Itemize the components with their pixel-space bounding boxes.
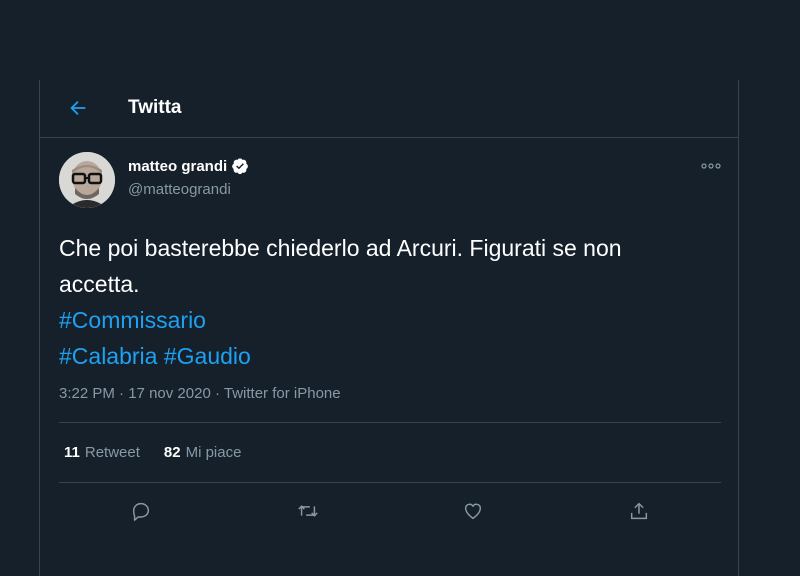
retweet-count: 11	[64, 444, 80, 461]
divider	[59, 422, 721, 423]
reply-button[interactable]	[128, 498, 154, 524]
author-name[interactable]: matteo grandi	[128, 157, 249, 175]
tweet-date[interactable]: 17 nov 2020	[128, 385, 211, 402]
hashtag-link[interactable]: #Calabria	[59, 343, 157, 369]
hashtag-link[interactable]: #Commissario	[59, 307, 206, 333]
more-options-button[interactable]	[697, 156, 725, 176]
like-label: Mi piace	[185, 444, 242, 461]
divider	[59, 482, 721, 483]
author-name-text: matteo grandi	[128, 157, 228, 175]
tweet-meta: 3:22 PM · 17 nov 2020 · Twitter for iPho…	[59, 385, 341, 402]
meta-separator: ·	[214, 385, 220, 402]
verified-badge-icon	[231, 157, 249, 175]
share-button[interactable]	[626, 498, 652, 524]
tweet-time[interactable]: 3:22 PM	[59, 385, 115, 402]
retweet-count-link[interactable]: 11 Retweet	[64, 444, 140, 461]
arrow-left-icon	[70, 100, 86, 116]
like-button[interactable]	[460, 498, 486, 524]
like-count: 82	[163, 444, 181, 461]
back-button[interactable]	[62, 92, 94, 124]
page-header: Twitta	[40, 80, 738, 138]
tweet-text-line: accetta.	[59, 271, 140, 297]
page-title: Twitta	[128, 97, 182, 118]
retweet-icon	[298, 505, 318, 517]
hashtag-link[interactable]: #Gaudio	[164, 343, 251, 369]
tweet-text: Che poi basterebbe chiederlo ad Arcuri. …	[59, 230, 729, 374]
like-icon	[464, 503, 482, 520]
tweet-detail-column: Twitta matteo grandi @matteograndi Che p…	[39, 80, 739, 576]
like-count-link[interactable]: 82 Mi piace	[164, 444, 242, 461]
avatar[interactable]	[59, 152, 115, 208]
avatar-image	[59, 152, 115, 208]
tweet-text-line: Che poi basterebbe chiederlo ad Arcuri. …	[59, 235, 622, 261]
engagement-stats: 11 Retweet 82 Mi piace	[64, 444, 241, 461]
meta-separator: ·	[119, 385, 125, 402]
retweet-button[interactable]	[295, 498, 321, 524]
tweet-source[interactable]: Twitter for iPhone	[224, 385, 341, 402]
retweet-label: Retweet	[84, 444, 140, 461]
reply-icon	[132, 502, 150, 521]
author-handle[interactable]: @matteograndi	[128, 181, 231, 198]
share-icon	[630, 502, 648, 520]
tweet-actions	[40, 498, 738, 524]
more-icon	[701, 163, 721, 169]
